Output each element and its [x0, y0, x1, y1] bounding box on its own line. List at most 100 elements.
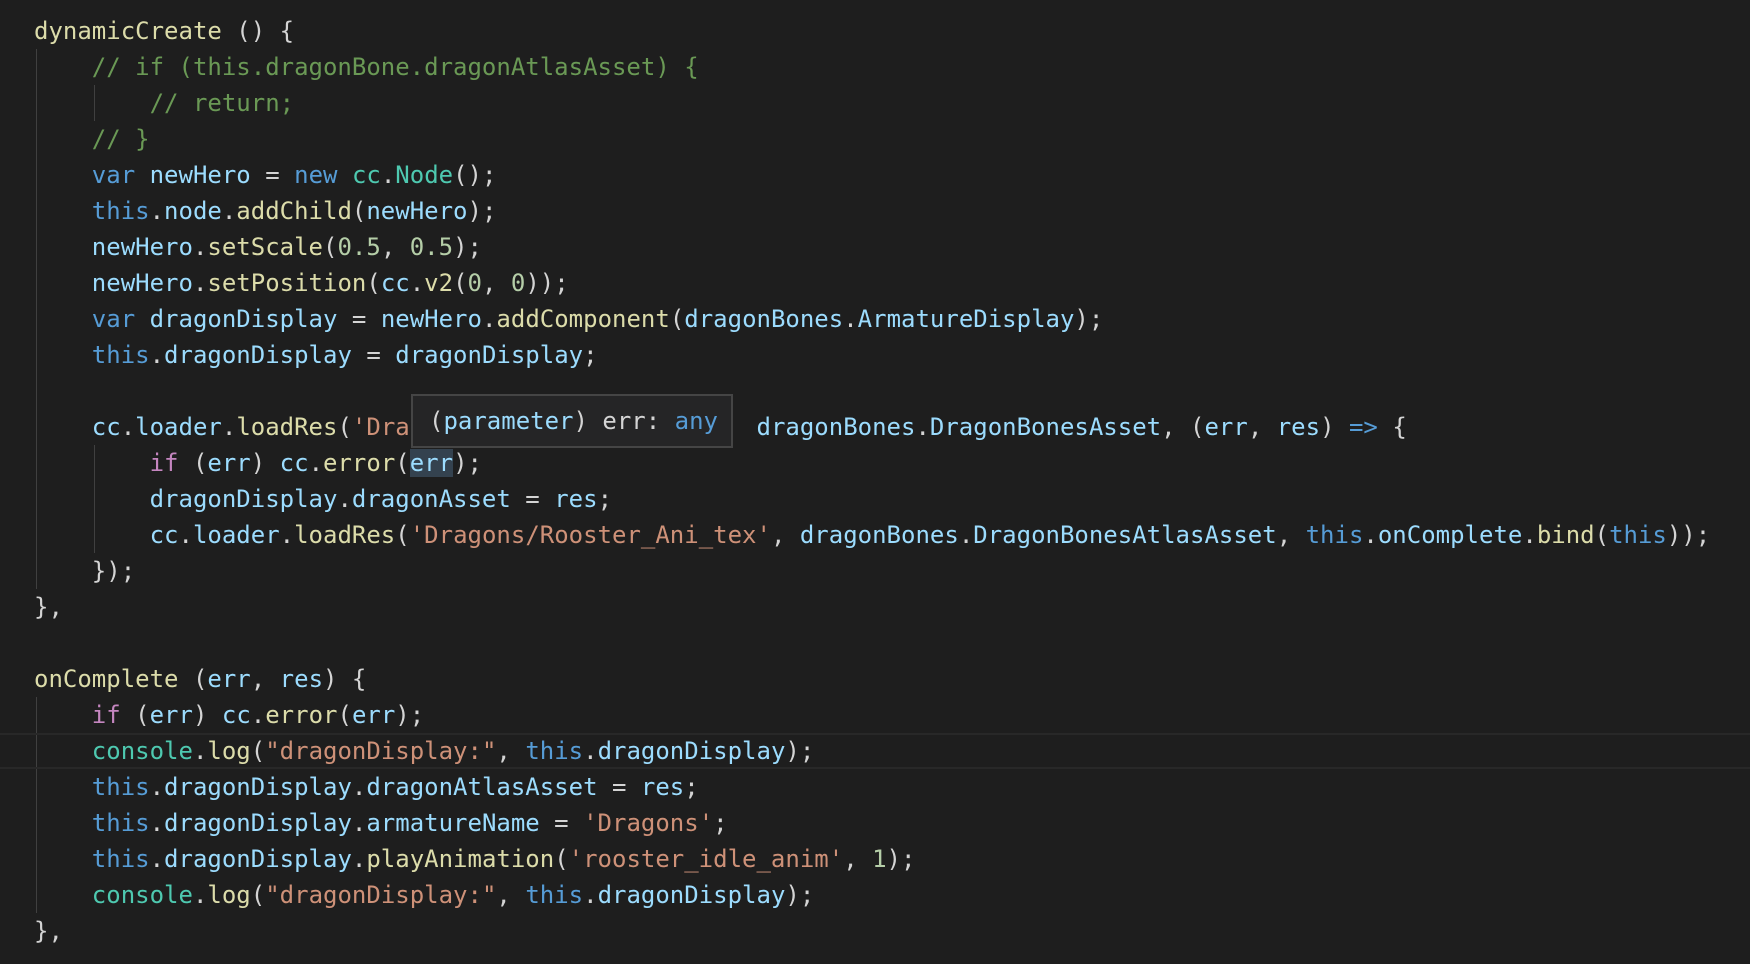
code-token: () { [221, 17, 295, 45]
code-token: ); [395, 701, 425, 729]
code-token: dragonDisplay [164, 809, 352, 837]
code-token: ( [351, 197, 367, 225]
code-line[interactable]: if (err) cc.error(err); [0, 445, 1750, 481]
code-token: }, [34, 593, 63, 621]
code-line[interactable]: this.dragonDisplay.dragonAtlasAsset = re… [0, 769, 1750, 805]
code-token: }); [34, 557, 136, 585]
code-token: this [91, 341, 150, 369]
code-line[interactable]: dynamicCreate () { [0, 13, 1750, 49]
code-token: . [915, 413, 930, 441]
code-token: error [265, 701, 338, 729]
code-line[interactable]: console.log("dragonDisplay:", this.drago… [0, 733, 1750, 769]
code-token: . [1363, 521, 1378, 549]
code-token: ( [1594, 521, 1610, 549]
code-line[interactable]: dragonDisplay.dragonAsset = res; [0, 481, 1750, 517]
code-token: dragonDisplay [164, 845, 352, 873]
code-token: . [337, 485, 352, 513]
tooltip-open-paren: ( [429, 407, 444, 435]
code-line[interactable] [0, 625, 1750, 661]
code-token: . [351, 773, 367, 801]
code-line[interactable]: }, [0, 913, 1750, 949]
code-line[interactable]: if (err) cc.error(err); [0, 697, 1750, 733]
code-line[interactable]: var dragonDisplay = newHero.addComponent… [0, 301, 1750, 337]
code-token: = [337, 305, 381, 333]
code-token: ( [250, 737, 266, 765]
code-line[interactable]: newHero.setPosition(cc.v2(0, 0)); [0, 265, 1750, 301]
code-token: loader [192, 521, 280, 549]
code-line-text: console.log("dragonDisplay:", this.drago… [34, 877, 815, 913]
code-token: Node [395, 161, 454, 189]
code-token: ) [192, 701, 222, 729]
code-line[interactable]: // return; [0, 85, 1750, 121]
code-token: ) [250, 449, 280, 477]
code-token: ( [178, 665, 208, 693]
code-token: ( [323, 233, 338, 261]
code-token: dragonDisplay [164, 341, 352, 369]
code-token: . [221, 197, 237, 225]
code-token: error [323, 449, 396, 477]
code-line[interactable]: }, [0, 589, 1750, 625]
code-token: , ( [1161, 413, 1205, 441]
code-token: ) { [323, 665, 367, 693]
code-token: )); [1666, 521, 1711, 549]
code-line-text: dynamicCreate () { [34, 13, 294, 49]
code-line[interactable]: console.log("dragonDisplay:", this.drago… [0, 877, 1750, 913]
code-line[interactable] [0, 373, 1750, 409]
code-token: err [207, 665, 251, 693]
code-line-text: onComplete (err, res) { [34, 661, 366, 697]
code-token: cc [279, 449, 309, 477]
code-token: = [510, 485, 555, 513]
code-token: "dragonDisplay:" [265, 737, 497, 765]
tooltip-close-paren: ) [573, 407, 588, 435]
code-token: 0.5 [337, 233, 381, 261]
code-token: ( [366, 269, 381, 297]
code-editor[interactable]: dynamicCreate () { // if (this.dragonBon… [0, 0, 1750, 964]
code-token: newHero [149, 161, 251, 189]
code-token: ; [597, 485, 613, 513]
code-token: addComponent [496, 305, 670, 333]
code-token: . [481, 305, 497, 333]
code-token: dragonBones [684, 305, 844, 333]
code-token: onComplete [1377, 521, 1523, 549]
code-line[interactable]: // if (this.dragonBone.dragonAtlasAsset)… [0, 49, 1750, 85]
code-token: 'Dragons/Rooster_Ani_tex' [409, 521, 771, 549]
code-line[interactable]: var newHero = new cc.Node(); [0, 157, 1750, 193]
code-token: bind [1536, 521, 1595, 549]
code-token: ( [453, 269, 468, 297]
code-line-text: dragonDisplay.dragonAsset = res; [34, 481, 612, 517]
code-line[interactable]: onComplete (err, res) { [0, 661, 1750, 697]
code-token: = [351, 341, 396, 369]
code-line[interactable]: cc.loader.loadRes('Dragons/Rooster_Ani_t… [0, 517, 1750, 553]
code-line-text: newHero.setPosition(cc.v2(0, 0)); [34, 265, 569, 301]
code-line[interactable]: newHero.setScale(0.5, 0.5); [0, 229, 1750, 265]
code-token: dragonDisplay [164, 773, 352, 801]
code-token: newHero [366, 197, 468, 225]
code-line[interactable]: this.dragonDisplay = dragonDisplay; [0, 337, 1750, 373]
code-token: , [496, 881, 526, 909]
code-line[interactable]: this.node.addChild(newHero); [0, 193, 1750, 229]
code-line[interactable]: this.dragonDisplay.playAnimation('rooste… [0, 841, 1750, 877]
code-token: , [1276, 521, 1306, 549]
code-token: ); [785, 881, 815, 909]
code-line[interactable]: // } [0, 121, 1750, 157]
code-line[interactable]: this.dragonDisplay.armatureName = 'Drago… [0, 805, 1750, 841]
code-line[interactable]: }); [0, 553, 1750, 589]
code-token: err [351, 701, 396, 729]
code-line[interactable]: cc.loader.loadRes('Dra dragonBones.Drago… [0, 409, 1750, 445]
code-token: dragonDisplay [149, 305, 338, 333]
code-token: ) [1320, 413, 1349, 441]
code-token: . [149, 809, 165, 837]
code-token: onComplete [34, 665, 179, 693]
code-token: cc [149, 521, 179, 549]
code-token: newHero [380, 305, 482, 333]
code-line-text: this.node.addChild(newHero); [34, 193, 497, 229]
